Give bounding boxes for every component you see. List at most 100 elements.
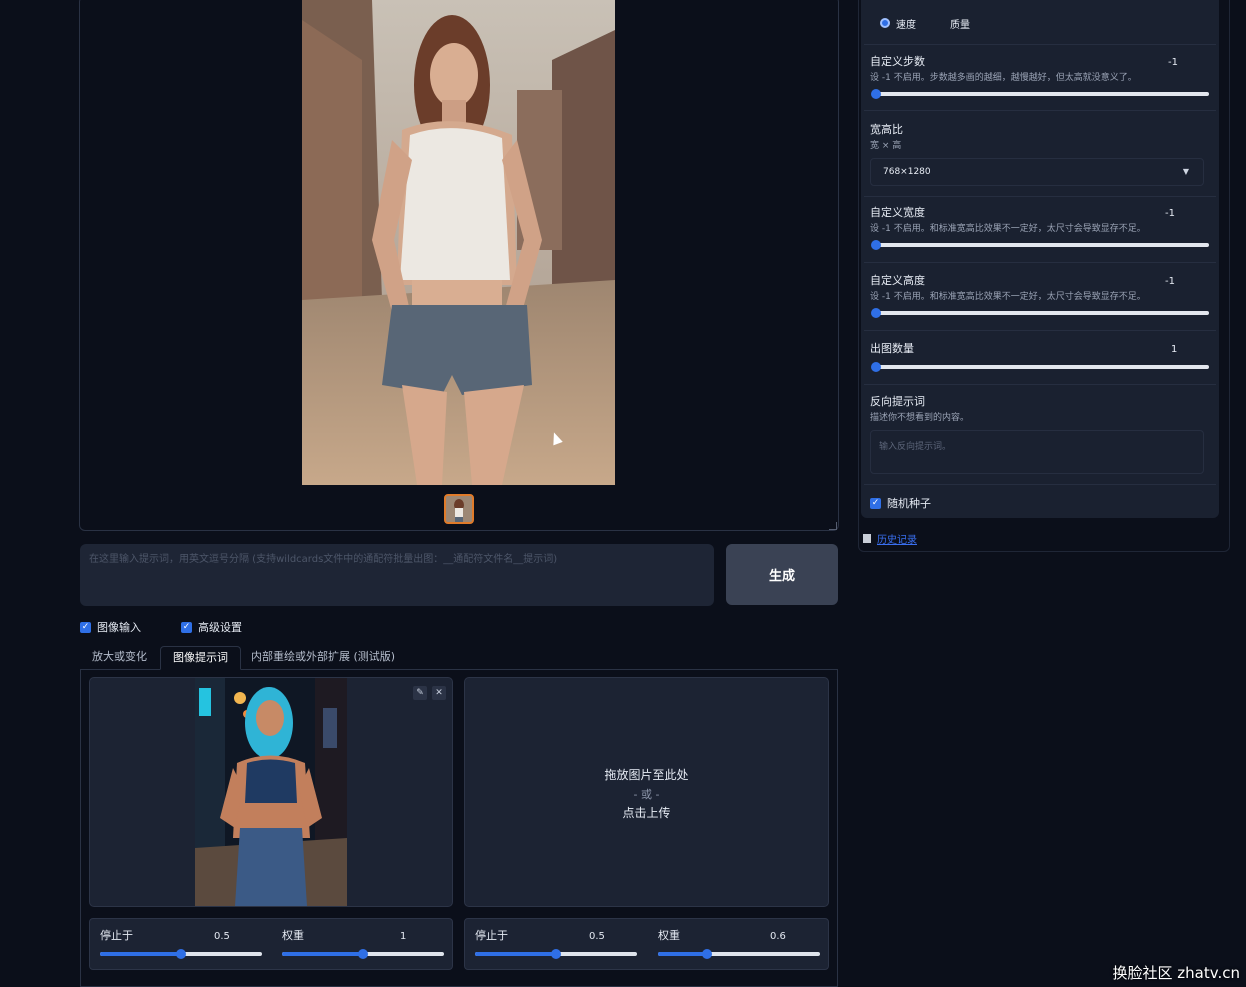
slider-fill — [282, 952, 363, 956]
stop-at-slider[interactable] — [475, 949, 637, 959]
slider-handle[interactable] — [551, 949, 561, 959]
slider-fill — [658, 952, 707, 956]
speed-label: 速度 — [896, 19, 916, 31]
divider — [864, 262, 1216, 263]
custom-height-desc: 设 -1 不启用。和标准宽高比效果不一定好，太尺寸会导致显存不足。 — [870, 292, 1146, 302]
slot-2-sliders: 停止于 0.5 权重 0.6 — [464, 918, 829, 970]
tab-image-prompt[interactable]: 图像提示词 — [160, 646, 241, 670]
image-prompt-slot-2-dropzone[interactable]: 拖放图片至此处 - 或 - 点击上传 — [464, 677, 829, 907]
stop-at-label: 停止于 — [100, 929, 133, 942]
slot-2-weight: 权重 0.6 — [648, 919, 830, 971]
slot-1-sliders: 停止于 0.5 权重 1 — [89, 918, 453, 970]
aspect-ratio-select[interactable]: 768×1280 ▼ — [870, 158, 1204, 186]
stop-at-label: 停止于 — [475, 929, 508, 942]
upload-instructions: 拖放图片至此处 - 或 - 点击上传 — [465, 766, 828, 823]
resize-handle[interactable] — [829, 522, 837, 530]
divider — [864, 484, 1216, 485]
image-prompt-slot-1[interactable]: ✎ ✕ — [89, 677, 453, 907]
advanced-settings-checkbox[interactable]: ✓ 高级设置 — [181, 619, 242, 635]
checkbox-checked-icon: ✓ — [870, 497, 881, 509]
divider — [864, 44, 1216, 45]
image-count-label: 出图数量 — [870, 342, 914, 355]
custom-steps-desc: 设 -1 不启用。步数越多画的越细，越慢越好，但太高就没意义了。 — [870, 73, 1137, 83]
checkbox-checked-icon: ✓ — [80, 621, 91, 633]
slider-handle[interactable] — [702, 949, 712, 959]
weight-value[interactable]: 1 — [400, 931, 406, 942]
generated-image-art — [302, 0, 615, 485]
random-seed-label: 随机种子 — [887, 497, 931, 510]
custom-height-value[interactable]: -1 — [1165, 276, 1175, 287]
advanced-settings-label: 高级设置 — [198, 621, 242, 634]
stop-at-slider[interactable] — [100, 949, 262, 959]
negative-prompt-label: 反向提示词 — [870, 395, 925, 408]
performance-speed-radio[interactable]: 速度 — [872, 13, 924, 33]
radio-selected-icon — [880, 18, 890, 28]
negative-prompt-placeholder: 输入反向提示词。 — [879, 442, 952, 452]
slider-fill — [100, 952, 181, 956]
weight-slider[interactable] — [658, 949, 820, 959]
custom-steps-slider[interactable] — [871, 89, 1209, 99]
gallery-thumbnail[interactable] — [444, 494, 474, 524]
divider — [864, 330, 1216, 331]
prompt-input[interactable]: 在这里输入提示词，用英文逗号分隔 (支持wildcards文件中的通配符批量出图… — [80, 544, 714, 606]
close-icon[interactable]: ✕ — [432, 686, 446, 700]
weight-slider[interactable] — [282, 949, 444, 959]
image-input-checkbox[interactable]: ✓ 图像输入 — [80, 619, 141, 635]
custom-steps-value[interactable]: -1 — [1168, 57, 1178, 68]
slot-1-stop-at: 停止于 0.5 — [90, 919, 272, 971]
thumbnail-art — [446, 496, 472, 522]
prompt-placeholder: 在这里输入提示词，用英文逗号分隔 (支持wildcards文件中的通配符批量出图… — [89, 554, 558, 565]
edit-icon[interactable]: ✎ — [413, 686, 427, 700]
stop-at-value[interactable]: 0.5 — [214, 931, 230, 942]
custom-width-desc: 设 -1 不启用。和标准宽高比效果不一定好，太尺寸会导致显存不足。 — [870, 224, 1146, 234]
custom-width-slider[interactable] — [871, 240, 1209, 250]
slider-handle[interactable] — [871, 240, 881, 250]
performance-quality-radio[interactable]: 质量 — [942, 13, 978, 33]
divider — [864, 196, 1216, 197]
quality-label: 质量 — [950, 19, 970, 31]
random-seed-checkbox[interactable]: ✓ 随机种子 — [870, 495, 931, 511]
reference-image — [195, 678, 347, 906]
slider-handle[interactable] — [871, 89, 881, 99]
negative-prompt-desc: 描述你不想看到的内容。 — [870, 413, 970, 423]
divider — [864, 110, 1216, 111]
tab-upscale-vary[interactable]: 放大或变化 — [80, 646, 159, 670]
chevron-down-icon: ▼ — [1182, 167, 1189, 176]
custom-height-slider[interactable] — [871, 308, 1209, 318]
generate-button[interactable]: 生成 — [726, 544, 838, 605]
slot-2-stop-at: 停止于 0.5 — [465, 919, 647, 971]
slider-handle[interactable] — [871, 308, 881, 318]
aspect-ratio-label: 宽高比 — [870, 123, 903, 136]
watermark: 换脸社区 zhatv.cn — [1112, 964, 1240, 982]
upload-click-text: 点击上传 — [622, 806, 671, 820]
slider-handle[interactable] — [358, 949, 368, 959]
stop-at-value[interactable]: 0.5 — [589, 931, 605, 942]
aspect-ratio-desc: 宽 × 高 — [870, 141, 902, 151]
image-input-tabs: 放大或变化 图像提示词 内部重绘或外部扩展 (测试版) — [80, 646, 838, 670]
custom-steps-label: 自定义步数 — [870, 55, 925, 68]
image-count-slider[interactable] — [871, 362, 1209, 372]
document-icon — [863, 534, 871, 543]
custom-width-value[interactable]: -1 — [1165, 208, 1175, 219]
weight-label: 权重 — [282, 929, 304, 942]
history-log-link[interactable]: 历史记录 — [877, 531, 917, 546]
slot-1-weight: 权重 1 — [272, 919, 454, 971]
slider-handle[interactable] — [871, 362, 881, 372]
generated-image[interactable] — [302, 0, 615, 485]
reference-image-art — [195, 678, 347, 906]
slider-handle[interactable] — [176, 949, 186, 959]
weight-value[interactable]: 0.6 — [770, 931, 786, 942]
custom-width-label: 自定义宽度 — [870, 206, 925, 219]
custom-height-label: 自定义高度 — [870, 274, 925, 287]
aspect-ratio-value: 768×1280 — [883, 167, 931, 177]
negative-prompt-input[interactable]: 输入反向提示词。 — [870, 430, 1204, 474]
image-input-label: 图像输入 — [97, 621, 141, 634]
checkbox-checked-icon: ✓ — [181, 621, 192, 633]
upload-drop-text: 拖放图片至此处 — [604, 768, 689, 782]
image-count-value[interactable]: 1 — [1171, 344, 1177, 355]
slider-fill — [475, 952, 556, 956]
upload-or-text: - 或 - — [633, 788, 660, 801]
weight-label: 权重 — [658, 929, 680, 942]
divider — [864, 384, 1216, 385]
tab-inpaint-outpaint[interactable]: 内部重绘或外部扩展 (测试版) — [239, 646, 407, 670]
